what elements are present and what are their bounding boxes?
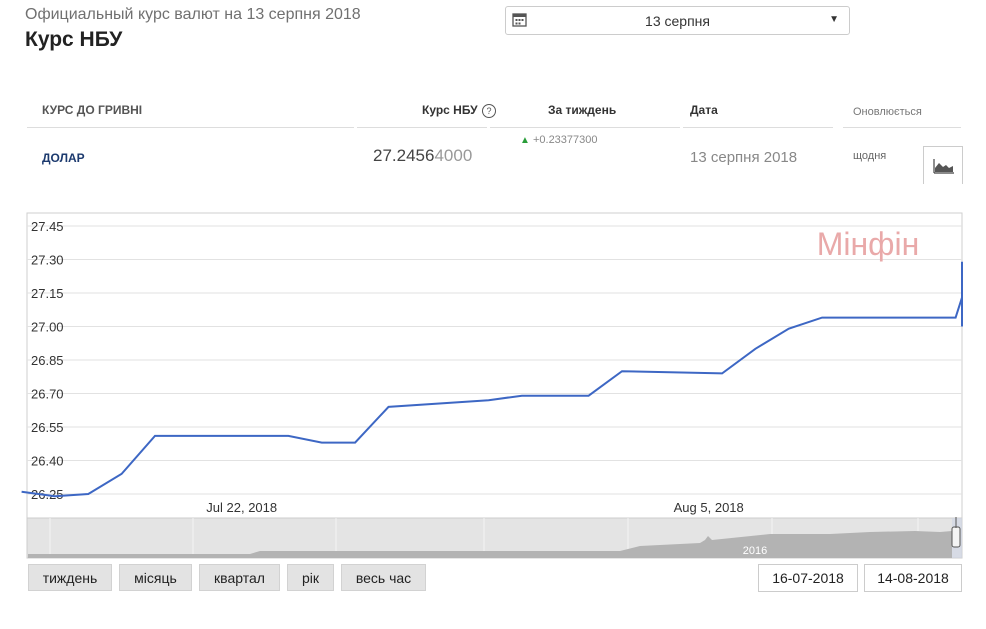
col-header-week: За тиждень	[548, 103, 617, 117]
header-divider	[683, 127, 833, 128]
series-line	[21, 261, 963, 498]
from-date-input[interactable]: 16-07-2018	[758, 564, 858, 592]
y-tick-label: 26.40	[31, 454, 64, 469]
week-change: ▲ +0.23377300	[520, 134, 598, 146]
date-select-value: 13 серпня	[645, 13, 710, 29]
page-subtitle: Официальный курс валют на 13 серпня 2018	[25, 6, 361, 23]
x-tick-label: Jul 22, 2018	[206, 500, 277, 515]
range-year-button[interactable]: рік	[287, 564, 334, 591]
update-frequency: щодня	[853, 150, 887, 162]
range-week-button[interactable]: тиждень	[28, 564, 112, 591]
y-tick-label: 26.85	[31, 353, 64, 368]
y-tick-label: 27.45	[31, 219, 64, 234]
header-divider	[490, 127, 680, 128]
y-tick-label: 26.55	[31, 420, 64, 435]
range-month-button[interactable]: місяць	[119, 564, 192, 591]
rate-dim: 4000	[434, 146, 473, 165]
header-divider	[357, 127, 487, 128]
col-header-updated: Оновлюється	[853, 106, 922, 118]
currency-name[interactable]: ДОЛАР	[42, 151, 85, 165]
y-tick-label: 27.00	[31, 320, 64, 335]
col-header-rate: Курс НБУ	[422, 103, 478, 117]
range-quarter-button[interactable]: квартал	[199, 564, 280, 591]
date-select[interactable]: 13 серпня ▼	[505, 6, 850, 35]
arrow-up-icon: ▲	[520, 135, 530, 146]
rate-main: 27.2456	[373, 146, 435, 165]
header-divider	[27, 127, 354, 128]
col-header-currency: КУРС ДО ГРИВНІ	[42, 103, 143, 117]
help-icon[interactable]: ?	[482, 104, 496, 118]
watermark-logo: Мінфін	[817, 226, 920, 262]
rate-date: 13 серпня 2018	[690, 149, 798, 166]
navigator-label: 2016	[743, 545, 767, 557]
y-tick-label: 27.30	[31, 253, 64, 268]
to-date-input[interactable]: 14-08-2018	[864, 564, 962, 592]
rate-value: 27.24564000	[373, 146, 472, 166]
chevron-down-icon: ▼	[829, 14, 839, 25]
rate-chart[interactable]: 27.45 27.30 27.15 27.00 26.85 26.70 26.55 26.40…	[0, 210, 986, 562]
navigator[interactable]: 2016	[26, 517, 963, 559]
chart-toggle-button[interactable]	[923, 146, 963, 184]
navigator-handle[interactable]	[951, 526, 961, 548]
x-tick-label: Aug 5, 2018	[674, 500, 744, 515]
week-change-value: +0.23377300	[532, 134, 598, 146]
page-title: Курс НБУ	[25, 28, 123, 51]
col-header-date: Дата	[690, 103, 718, 117]
range-all-button[interactable]: весь час	[341, 564, 426, 591]
y-tick-label: 27.15	[31, 286, 64, 301]
header-divider	[843, 127, 961, 128]
area-chart-icon	[933, 159, 954, 174]
y-tick-label: 26.70	[31, 387, 64, 402]
